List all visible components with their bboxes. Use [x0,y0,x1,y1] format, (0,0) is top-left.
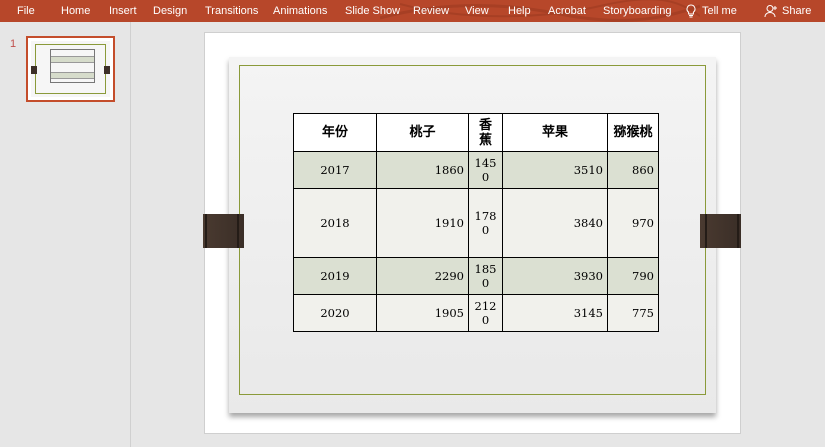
person-icon [764,4,778,18]
share-button[interactable]: Share [764,0,811,22]
data-table[interactable]: 年份 桃子 香蕉 苹果 猕猴桃 2017 1860 1450 3510 860 … [293,113,659,332]
table-cell[interactable]: 1905 [376,294,469,332]
thumbnail-table-row [51,78,94,83]
table-cell[interactable]: 2019 [293,257,377,295]
slide-thumbnail-pane: 1 [0,22,131,447]
table-header-cell[interactable]: 桃子 [376,113,469,152]
tab-animations[interactable]: Animations [273,0,327,22]
lightbulb-icon [686,4,696,18]
table-cell[interactable]: 2017 [293,151,377,189]
tab-slide-show[interactable]: Slide Show [345,0,400,22]
thumbnail-handle-right [104,66,110,74]
thumbnail-table-row [51,62,94,72]
tab-file[interactable]: File [17,0,35,22]
tab-view[interactable]: View [465,0,489,22]
table-cell[interactable]: 1450 [468,151,503,189]
slide-handle-right [700,214,741,248]
table-cell[interactable]: 3510 [502,151,608,189]
table-row: 2019 2290 1850 3930 790 [293,257,659,295]
table-row: 2018 1910 1780 3840 970 [293,188,659,258]
tab-home[interactable]: Home [61,0,90,22]
table-header-cell[interactable]: 苹果 [502,113,608,152]
table-cell[interactable]: 1780 [468,188,503,258]
table-cell[interactable]: 860 [607,151,659,189]
tab-storyboarding[interactable]: Storyboarding [603,0,672,22]
table-cell[interactable]: 1910 [376,188,469,258]
tab-transitions[interactable]: Transitions [205,0,258,22]
slide-thumbnail-1[interactable] [26,36,115,102]
share-label: Share [782,5,812,17]
table-cell[interactable]: 790 [607,257,659,295]
table-cell[interactable]: 775 [607,294,659,332]
table-header-row: 年份 桃子 香蕉 苹果 猕猴桃 [293,113,659,152]
table-header-cell[interactable]: 香蕉 [468,113,503,152]
thumbnail-preview [31,41,110,97]
slide-number: 1 [10,38,17,50]
table-cell[interactable]: 2290 [376,257,469,295]
table-cell[interactable]: 1860 [376,151,469,189]
tab-help[interactable]: Help [508,0,531,22]
table-cell[interactable]: 970 [607,188,659,258]
ribbon-menu-bar: File Home Insert Design Transitions Anim… [0,0,825,22]
tab-acrobat[interactable]: Acrobat [548,0,586,22]
tell-me-search[interactable]: Tell me [686,0,737,22]
table-cell[interactable]: 2120 [468,294,503,332]
tab-review[interactable]: Review [413,0,449,22]
tab-design[interactable]: Design [153,0,187,22]
table-header-cell[interactable]: 猕猴桃 [607,113,659,152]
tab-insert[interactable]: Insert [109,0,137,22]
table-cell[interactable]: 3930 [502,257,608,295]
thumbnail-table [50,49,95,83]
table-header-cell[interactable]: 年份 [293,113,377,152]
thumbnail-handle-left [31,66,37,74]
table-row: 2017 1860 1450 3510 860 [293,151,659,189]
table-cell[interactable]: 2018 [293,188,377,258]
tell-me-label: Tell me [702,5,737,17]
slide-handle-left [203,214,244,248]
slide-editor: 年份 桃子 香蕉 苹果 猕猴桃 2017 1860 1450 3510 860 … [131,22,825,447]
table-row: 2020 1905 2120 3145 775 [293,294,659,332]
table-cell[interactable]: 3145 [502,294,608,332]
table-cell[interactable]: 3840 [502,188,608,258]
table-cell[interactable]: 1850 [468,257,503,295]
table-cell[interactable]: 2020 [293,294,377,332]
